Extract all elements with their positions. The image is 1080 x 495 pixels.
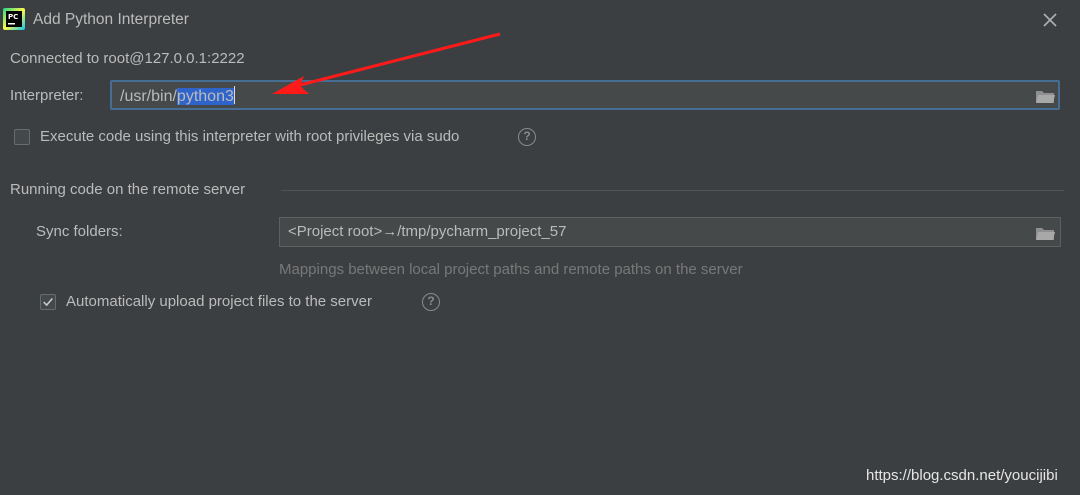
close-icon[interactable] bbox=[1040, 10, 1060, 30]
watermark: https://blog.csdn.net/youcijibi bbox=[866, 467, 1058, 484]
interpreter-value: /usr/bin/python3 bbox=[120, 86, 235, 106]
svg-text:PC: PC bbox=[8, 13, 18, 21]
auto-upload-label[interactable]: Automatically upload project files to th… bbox=[66, 293, 372, 310]
interpreter-input[interactable]: /usr/bin/python3 bbox=[110, 80, 1060, 110]
sudo-label[interactable]: Execute code using this interpreter with… bbox=[40, 128, 459, 145]
connection-status: Connected to root@127.0.0.1:2222 bbox=[10, 50, 245, 67]
interpreter-label: Interpreter: bbox=[10, 87, 84, 104]
section-separator bbox=[281, 190, 1064, 191]
dialog-titlebar: PC Add Python Interpreter bbox=[0, 0, 1080, 40]
folder-icon[interactable] bbox=[1034, 87, 1056, 105]
help-icon[interactable]: ? bbox=[422, 293, 440, 311]
auto-upload-checkbox[interactable] bbox=[40, 294, 56, 310]
section-title-remote: Running code on the remote server bbox=[10, 181, 246, 198]
checkmark-icon bbox=[43, 297, 53, 307]
sync-folders-field[interactable]: <Project root>→/tmp/pycharm_project_57 bbox=[279, 217, 1061, 247]
folder-icon[interactable] bbox=[1034, 224, 1056, 242]
sync-folders-hint: Mappings between local project paths and… bbox=[279, 261, 743, 278]
sudo-checkbox[interactable] bbox=[14, 129, 30, 145]
pycharm-icon: PC bbox=[3, 8, 25, 30]
annotation-arrow bbox=[272, 32, 501, 94]
text-caret bbox=[233, 86, 235, 104]
dialog-title: Add Python Interpreter bbox=[33, 11, 189, 28]
help-icon[interactable]: ? bbox=[518, 128, 536, 146]
sync-folders-value: <Project root>→/tmp/pycharm_project_57 bbox=[288, 223, 567, 240]
interpreter-value-selection: python3 bbox=[176, 88, 234, 105]
sync-folders-label: Sync folders: bbox=[36, 223, 123, 240]
interpreter-value-prefix: /usr/bin/ bbox=[120, 88, 177, 105]
